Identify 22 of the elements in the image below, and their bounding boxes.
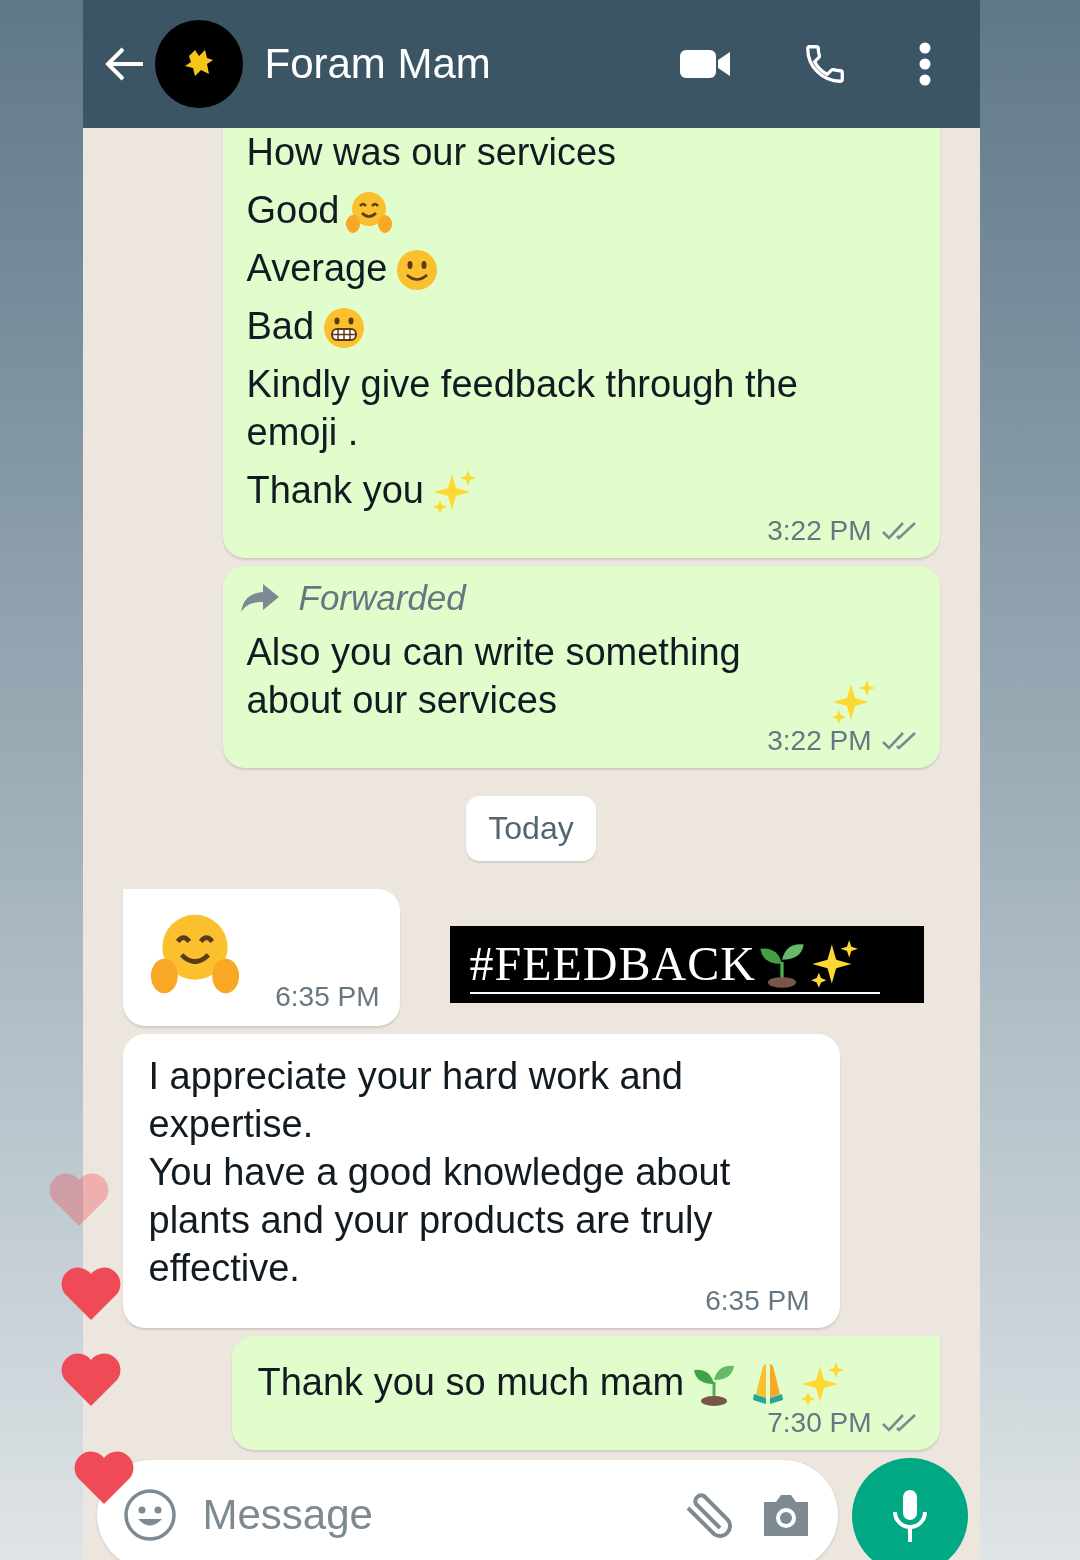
message-text: Good — [246, 188, 340, 233]
message-text: Thank you so much mam — [257, 1360, 685, 1405]
contact-name[interactable]: Foram Mam — [264, 40, 678, 88]
avatar-icon[interactable] — [154, 20, 243, 108]
emoji-icon[interactable] — [122, 1488, 177, 1542]
forwarded-label: Forwarded — [298, 578, 466, 618]
message-time: 3:22 PM — [767, 514, 872, 548]
sticker-text: #FEEDBACK — [469, 935, 756, 992]
date-chip: Today — [466, 796, 596, 861]
forward-arrow-icon — [238, 582, 281, 614]
message-text: Thank you — [246, 468, 424, 513]
message-input[interactable]: Message — [200, 1490, 656, 1540]
message-text: Kindly give feedback through the emoji . — [246, 363, 798, 453]
message-time: 7:30 PM — [767, 1406, 872, 1440]
message-field[interactable]: Message — [96, 1460, 838, 1560]
message-text: How was our services — [246, 131, 617, 173]
more-options-icon[interactable] — [917, 42, 932, 86]
message-text: Also you can write something about our services — [246, 630, 742, 723]
message-text: Average — [246, 246, 388, 291]
message-time: 6:35 PM — [275, 980, 380, 1014]
message-text: Bad — [246, 304, 315, 349]
message-time: 3:22 PM — [767, 724, 872, 758]
